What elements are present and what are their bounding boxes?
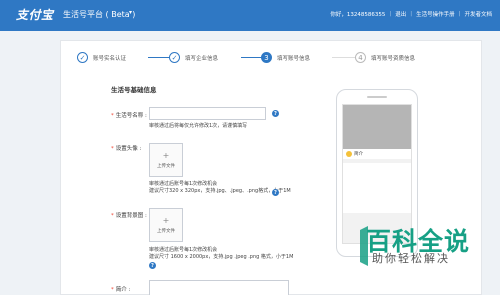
intro-label-text: 简介 : xyxy=(115,287,131,293)
cover-label: * 设置背景图 : xyxy=(111,211,147,219)
logout-link[interactable]: 退出 xyxy=(395,10,406,18)
intro-textarea[interactable] xyxy=(149,280,289,295)
nav-divider: | xyxy=(458,11,461,17)
section-title: 生活号基础信息 xyxy=(111,86,157,94)
cover-label-text: 设置背景图 : xyxy=(115,213,147,219)
preview-name: 简介 xyxy=(354,152,363,157)
cover-hint-2: 建议尺寸 1600 x 2000px，支持.jpg .jpeg .png 格式，… xyxy=(149,254,294,260)
preview-profile-row: 简介 xyxy=(343,149,411,159)
user-greeting: 你好，13248586355 xyxy=(330,12,386,18)
alipay-logo[interactable]: 支付宝 xyxy=(16,6,54,23)
avatar-label: * 设置头像 : xyxy=(111,144,141,152)
progress-stepper: ✓ 账号实名认证 ✓ 填写企业信息 3 填写账号信息 4 填写账号资质信息 xyxy=(75,52,475,70)
required-mark: * xyxy=(111,287,114,293)
plus-icon: + xyxy=(162,150,170,160)
upload-text: 上传文件 xyxy=(157,228,175,234)
watermark: 百科全说 助你轻松解决 xyxy=(358,210,498,280)
help-icon[interactable]: ? xyxy=(149,262,156,269)
step-number: 3 xyxy=(261,52,272,63)
upload-text: 上传文件 xyxy=(157,163,175,169)
step-label: 账号实名认证 xyxy=(93,55,127,62)
dev-docs-link[interactable]: 开发者文档 xyxy=(464,10,492,18)
step-4: 4 填写账号资质信息 xyxy=(355,52,415,63)
nav-divider: | xyxy=(410,11,413,17)
required-mark: * xyxy=(111,213,114,219)
preview-cover-image xyxy=(343,105,411,149)
nav-divider: | xyxy=(389,11,392,17)
plus-icon: + xyxy=(162,215,170,225)
name-label: * 生活号名称 : xyxy=(111,111,147,119)
required-mark: * xyxy=(111,146,114,152)
step-label: 填写账号信息 xyxy=(277,55,311,62)
step-label: 填写企业信息 xyxy=(185,55,219,62)
manual-link[interactable]: 生活号操作手册 xyxy=(416,10,455,18)
avatar-label-text: 设置头像 : xyxy=(115,146,142,152)
name-label-text: 生活号名称 : xyxy=(115,113,147,119)
avatar-hint-1: 审核通过后账号每1次修改机会 xyxy=(149,181,218,187)
avatar-upload[interactable]: + 上传文件 xyxy=(149,143,183,177)
preview-card xyxy=(343,163,411,213)
intro-label: * 简介 : xyxy=(111,285,130,293)
avatar-hint-2: 建议尺寸320 x 320px，支持.jpg、.jpeg、.png格式，小于1M xyxy=(149,188,291,194)
phone-speaker xyxy=(367,96,387,98)
cover-hint-1: 审核通过后账号每1次修改机会 xyxy=(149,247,218,253)
help-icon[interactable]: ? xyxy=(272,189,279,196)
top-right-nav: 你好，13248586355 | 退出 | 生活号操作手册 | 开发者文档 xyxy=(330,10,492,18)
name-input[interactable] xyxy=(149,107,266,120)
help-icon[interactable]: ? xyxy=(272,110,279,117)
check-icon: ✓ xyxy=(169,52,180,63)
step-1: ✓ 账号实名认证 xyxy=(77,52,126,63)
watermark-subtitle: 助你轻松解决 xyxy=(372,252,450,265)
name-hint: 审核通过后将每仅允许修改1次，请谨慎填写 xyxy=(149,123,248,129)
required-mark: * xyxy=(111,113,114,119)
top-bar: 支付宝 生活号平台 ( Beta ) ▾ 你好，13248586355 | 退出… xyxy=(0,0,500,31)
step-label: 填写账号资质信息 xyxy=(371,55,416,62)
platform-title: 生活号平台 ( Beta ) xyxy=(63,10,136,19)
platform-dropdown-icon[interactable]: ▾ xyxy=(129,9,132,16)
cover-upload[interactable]: + 上传文件 xyxy=(149,208,183,242)
step-3: 3 填写账号信息 xyxy=(261,52,310,63)
check-icon: ✓ xyxy=(77,52,88,63)
preview-avatar xyxy=(346,151,352,157)
step-number: 4 xyxy=(355,52,366,63)
step-2: ✓ 填写企业信息 xyxy=(169,52,218,63)
